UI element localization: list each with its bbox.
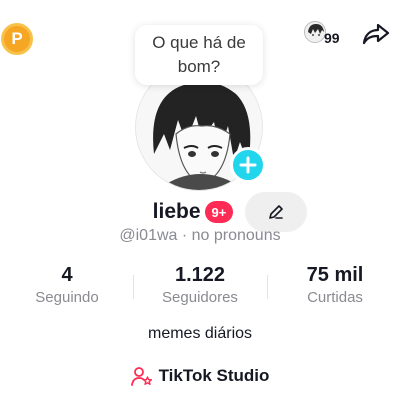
coin-icon: P [11, 29, 23, 48]
coin-button[interactable]: P [1, 23, 33, 55]
share-button[interactable] [360, 18, 392, 50]
top-right-actions: 99 [302, 18, 392, 50]
friends-count: 99 [324, 30, 340, 46]
plus-icon [239, 156, 257, 174]
stat-likes[interactable]: 75 mil Curtidas [270, 263, 400, 306]
friend-avatar [304, 21, 326, 43]
stat-divider [133, 275, 134, 299]
user-handle: @i01wa · no pronouns [119, 227, 281, 244]
username: liebe [152, 200, 201, 223]
stat-label: Seguindo [35, 289, 99, 306]
pencil-icon [269, 205, 284, 219]
stat-value: 1.122 [174, 264, 226, 286]
stat-followers[interactable]: 1.122 Seguidores [135, 263, 265, 306]
edit-profile-button[interactable] [245, 192, 308, 232]
profile-bio: memes diários [147, 325, 253, 342]
person-star-icon [130, 367, 152, 386]
tiktok-studio-link[interactable]: TikTok Studio [0, 366, 400, 386]
status-bubble[interactable]: O que há de bom? [135, 25, 263, 85]
friends-button[interactable]: 99 [302, 19, 346, 49]
tiktok-studio-label: TikTok Studio [158, 366, 270, 385]
stat-value: 4 [61, 264, 73, 286]
stat-following[interactable]: 4 Seguindo [2, 263, 132, 306]
stat-divider [267, 275, 268, 299]
name-row: liebe 9+ [0, 192, 400, 232]
stat-label: Seguidores [162, 289, 238, 306]
profile-stats: 4 Seguindo 1.122 Seguidores 75 mil Curti… [0, 263, 400, 313]
stat-label: Curtidas [307, 289, 363, 306]
notification-badge[interactable]: 9+ [204, 201, 234, 223]
share-arrow-icon [362, 23, 390, 45]
add-story-button[interactable] [230, 147, 266, 183]
stat-value: 75 mil [306, 264, 364, 286]
